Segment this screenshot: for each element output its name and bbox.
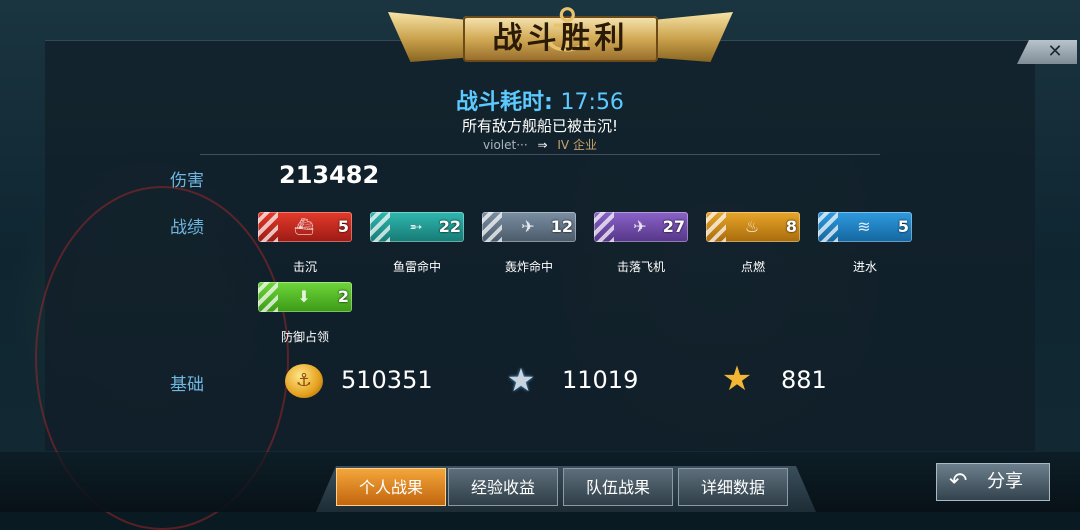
gold-coin-icon: ⚓ [285, 364, 323, 398]
ship-rank: IV [557, 138, 570, 152]
medal-label: 击落飞机 [616, 260, 665, 274]
medal-stripe [818, 212, 838, 242]
medal-stripe [706, 212, 726, 242]
medal-count: 8 [785, 217, 797, 236]
plane-icon: ✈ [633, 217, 647, 236]
medal-badge: ➵ 22 [370, 212, 464, 242]
share-label: 分享 [987, 471, 1023, 492]
medal-label: 防御占领 [280, 330, 329, 344]
share-button[interactable]: ↶ 分享 [936, 463, 1050, 501]
damage-label: 伤害 [170, 171, 204, 191]
captain-exp-value: 881 [781, 366, 827, 394]
victory-banner: ⚓ 战斗胜利 [388, 0, 733, 80]
flood-icon: ≋ [857, 217, 871, 236]
medal-badge: ≋ 5 [818, 212, 912, 242]
exp-value: 11019 [562, 366, 639, 394]
medal-label: 进水 [852, 260, 877, 274]
battle-time-value: 17:56 [560, 90, 624, 115]
player-name: violet··· [483, 138, 528, 152]
medal-stripe [482, 212, 502, 242]
result-text: 所有敌方舰船已被击沉! [461, 117, 618, 135]
medal-count: 12 [550, 217, 573, 236]
base-label: 基础 [170, 375, 204, 395]
fire-icon: ♨ [744, 217, 760, 236]
gold-value: 510351 [341, 366, 433, 394]
bomb-icon: ✈ [521, 217, 535, 236]
defense-icon: ⬇ [297, 287, 311, 306]
medal-badge: ⛴ 5 [258, 212, 352, 242]
medal-badge: ✈ 12 [482, 212, 576, 242]
ship-icon: ⛴ [293, 217, 315, 236]
victory-title: 战斗胜利 [492, 21, 629, 56]
medal-count: 27 [662, 217, 685, 236]
medal-label: 击沉 [292, 260, 317, 274]
medal-stripe [258, 282, 278, 312]
share-arrow-icon: ↶ [949, 469, 968, 494]
medal-count: 5 [337, 217, 349, 236]
damage-value: 213482 [279, 161, 380, 189]
tab-detailed-data[interactable]: 详细数据 [678, 468, 788, 506]
medal-badge: ⬇ 2 [258, 282, 352, 312]
medal-stripe [594, 212, 614, 242]
arrow-icon: ⇒ [537, 138, 548, 152]
ship-name: 企业 [572, 138, 597, 152]
medal-count: 5 [897, 217, 909, 236]
tab-team-results[interactable]: 队伍战果 [563, 468, 673, 506]
medal-label: 轰炸命中 [504, 260, 553, 274]
battle-time: 战斗耗时: 17:56 [0, 84, 1080, 116]
torpedo-icon: ➵ [409, 217, 423, 236]
ship-line: violet··· ⇒ IV 企业 [0, 136, 1080, 153]
medal-stripe [258, 212, 278, 242]
tab-exp-gains[interactable]: 经验收益 [448, 468, 558, 506]
medal-count: 2 [337, 287, 349, 306]
silver-star-icon: ★ [506, 361, 536, 399]
medal-count: 22 [438, 217, 461, 236]
medal-badge: ♨ 8 [706, 212, 800, 242]
medal-stripe [370, 212, 390, 242]
divider [200, 154, 880, 155]
tab-personal-results[interactable]: 个人战果 [336, 468, 446, 506]
battle-time-label: 战斗耗时: [456, 90, 553, 115]
record-label: 战绩 [170, 218, 204, 238]
close-icon: ✕ [1047, 41, 1063, 62]
gold-star-icon: ★ [721, 359, 753, 399]
medal-label: 鱼雷命中 [392, 260, 441, 274]
medal-badge: ✈ 27 [594, 212, 688, 242]
medal-label: 点燃 [740, 260, 765, 274]
